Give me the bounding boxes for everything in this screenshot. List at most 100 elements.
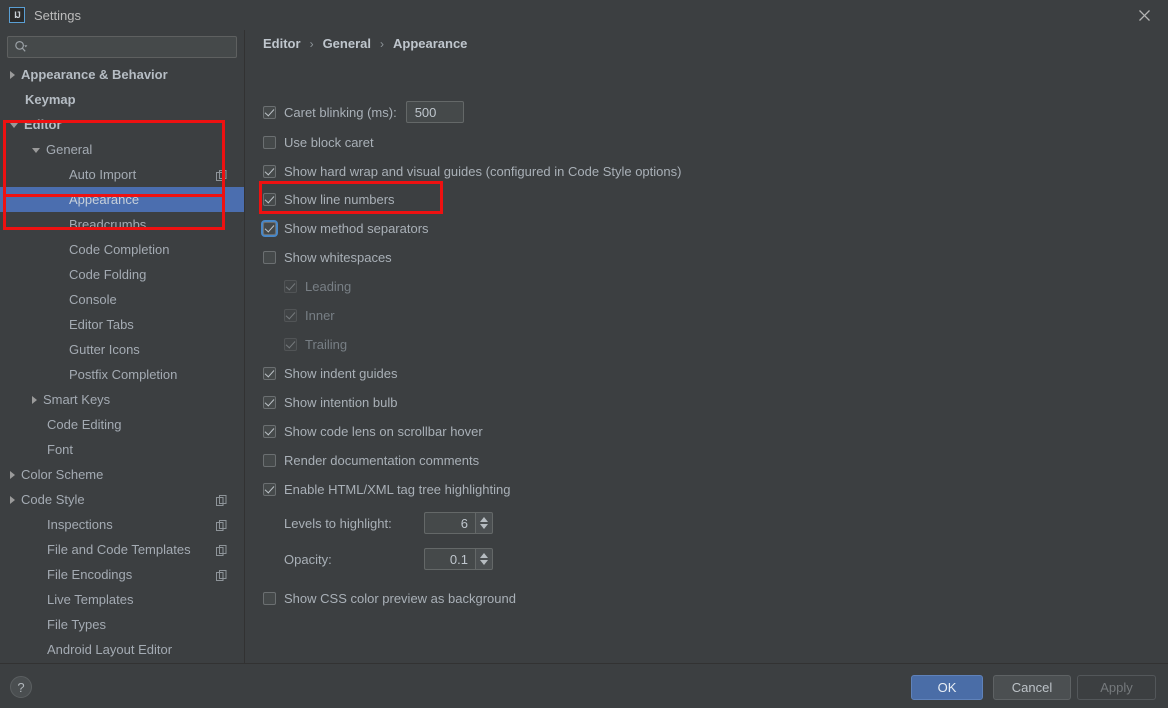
copy-icon[interactable]: [216, 519, 227, 531]
help-button[interactable]: ?: [10, 676, 32, 698]
option-label-show-whitespaces: Show whitespaces: [284, 250, 392, 265]
spinner-down-icon[interactable]: [480, 560, 488, 565]
option-row-trailing: Trailing: [284, 337, 347, 352]
spinner-buttons-levels-to-highlight[interactable]: [475, 512, 493, 534]
search-box[interactable]: [7, 36, 237, 58]
input-caret-blinking[interactable]: 500: [405, 101, 464, 123]
option-label-use-block-caret: Use block caret: [284, 135, 374, 150]
option-row-show-code-lens: Show code lens on scrollbar hover: [263, 424, 483, 439]
option-row-render-doc-comments: Render documentation comments: [263, 453, 479, 468]
sidebar-item-keymap[interactable]: Keymap: [0, 87, 244, 112]
spinner-levels-to-highlight[interactable]: 6: [424, 512, 493, 534]
option-label-show-line-numbers: Show line numbers: [284, 192, 395, 207]
sidebar-item-auto-import[interactable]: Auto Import: [0, 162, 244, 187]
checkbox-caret-blinking[interactable]: [263, 105, 276, 119]
sidebar-item-inspections[interactable]: Inspections: [0, 512, 244, 537]
sidebar-item-color-scheme[interactable]: Color Scheme: [0, 462, 244, 487]
checkbox-show-css-color[interactable]: [263, 592, 276, 605]
sidebar-item-postfix-completion[interactable]: Postfix Completion: [0, 362, 244, 387]
checkbox-show-hard-wrap[interactable]: [263, 165, 276, 178]
sidebar-item-code-style[interactable]: Code Style: [0, 487, 244, 512]
spinner-up-icon[interactable]: [480, 553, 488, 558]
sidebar-item-editor[interactable]: Editor: [0, 112, 244, 137]
sidebar-item-console[interactable]: Console: [0, 287, 244, 312]
search-input[interactable]: [28, 40, 236, 54]
copy-icon[interactable]: [216, 494, 227, 506]
copy-icon[interactable]: [216, 169, 227, 181]
chevron-down-icon[interactable]: [32, 148, 40, 153]
spinner-up-icon[interactable]: [480, 517, 488, 522]
sidebar-item-appearance-behavior[interactable]: Appearance & Behavior: [0, 62, 244, 87]
sidebar-item-font[interactable]: Font: [0, 437, 244, 462]
spinner-down-icon[interactable]: [480, 524, 488, 529]
settings-main-panel: Editor › General › Appearance Caret blinking…: [246, 30, 1168, 663]
sidebar-item-label: General: [46, 142, 93, 157]
sidebar-item-label: Code Completion: [69, 242, 170, 257]
sidebar-item-live-templates[interactable]: Live Templates: [0, 587, 244, 612]
ok-button[interactable]: OK: [911, 675, 983, 700]
chevron-right-icon[interactable]: [10, 470, 15, 479]
breadcrumb-item-appearance[interactable]: Appearance: [393, 36, 467, 51]
sidebar-item-code-folding[interactable]: Code Folding: [0, 262, 244, 287]
sidebar-item-code-completion[interactable]: Code Completion: [0, 237, 244, 262]
checkbox-show-line-numbers[interactable]: [263, 193, 276, 206]
sidebar-item-label: Font: [47, 442, 74, 457]
option-label-show-hard-wrap: Show hard wrap and visual guides (config…: [284, 164, 682, 179]
breadcrumb-item-general[interactable]: General: [323, 36, 371, 51]
checkbox-show-code-lens[interactable]: [263, 425, 276, 438]
chevron-down-icon[interactable]: [10, 123, 18, 128]
sidebar-item-general[interactable]: General: [0, 137, 244, 162]
chevron-right-icon[interactable]: [32, 395, 37, 404]
breadcrumb: Editor › General › Appearance: [263, 36, 467, 51]
spinner-value-opacity[interactable]: 0.1: [424, 548, 475, 570]
spinner-value-levels-to-highlight[interactable]: 6: [424, 512, 475, 534]
checkbox-show-intention-bulb[interactable]: [263, 396, 276, 409]
spinner-opacity[interactable]: 0.1: [424, 548, 493, 570]
checkbox-enable-html-xml[interactable]: [263, 483, 276, 496]
checkbox-trailing: [284, 338, 297, 351]
sidebar-item-breadcrumbs[interactable]: Breadcrumbs: [0, 212, 244, 237]
sidebar-item-label: Color Scheme: [21, 467, 104, 482]
sidebar-item-smart-keys[interactable]: Smart Keys: [0, 387, 244, 412]
checkbox-show-whitespaces[interactable]: [263, 251, 276, 264]
option-label-show-css-color: Show CSS color preview as background: [284, 591, 516, 606]
spinner-label-opacity: Opacity:: [284, 551, 332, 567]
sidebar-item-label: Android Layout Editor: [47, 642, 173, 657]
spinner-buttons-opacity[interactable]: [475, 548, 493, 570]
copy-icon[interactable]: [216, 569, 227, 581]
option-row-show-css-color: Show CSS color preview as background: [263, 591, 516, 606]
checkbox-use-block-caret[interactable]: [263, 136, 276, 149]
breadcrumb-item-editor[interactable]: Editor: [263, 36, 301, 51]
checkbox-show-indent-guides[interactable]: [263, 367, 276, 380]
sidebar-item-file-and-code-templates[interactable]: File and Code Templates: [0, 537, 244, 562]
option-label-show-method-separators: Show method separators: [284, 221, 429, 236]
sidebar-item-gutter-icons[interactable]: Gutter Icons: [0, 337, 244, 362]
option-label-caret-blinking: Caret blinking (ms):: [284, 104, 397, 120]
input-value-caret-blinking: 500: [414, 104, 437, 120]
option-label-leading: Leading: [305, 279, 352, 294]
option-label-inner: Inner: [305, 308, 335, 323]
sidebar-item-appearance[interactable]: Appearance: [0, 187, 244, 212]
checkbox-show-method-separators[interactable]: [263, 222, 276, 235]
option-label-show-code-lens: Show code lens on scrollbar hover: [284, 424, 483, 439]
sidebar-item-editor-tabs[interactable]: Editor Tabs: [0, 312, 244, 337]
checkbox-render-doc-comments[interactable]: [263, 454, 276, 467]
chevron-right-icon[interactable]: [10, 70, 15, 79]
sidebar-scrollbar-track[interactable]: [233, 30, 243, 631]
sidebar-item-file-encodings[interactable]: File Encodings: [0, 562, 244, 587]
search-icon: [14, 40, 28, 54]
option-row-show-line-numbers: Show line numbers: [263, 192, 395, 207]
close-icon[interactable]: [1130, 4, 1158, 26]
sidebar-item-file-types[interactable]: File Types: [0, 612, 244, 637]
sidebar-item-label: Console: [69, 292, 117, 307]
sidebar-item-code-editing[interactable]: Code Editing: [0, 412, 244, 437]
dialog-footer: ? OK Cancel Apply: [0, 663, 1168, 708]
cancel-button[interactable]: Cancel: [993, 675, 1071, 700]
sidebar-item-label: Appearance & Behavior: [21, 67, 168, 82]
sidebar-item-android-layout-editor[interactable]: Android Layout Editor: [0, 637, 244, 662]
chevron-right-icon[interactable]: [10, 495, 15, 504]
copy-icon[interactable]: [216, 544, 227, 556]
app-logo-icon: IJ: [9, 7, 25, 23]
sidebar-item-label: Appearance: [69, 192, 140, 207]
option-row-show-indent-guides: Show indent guides: [263, 366, 397, 381]
